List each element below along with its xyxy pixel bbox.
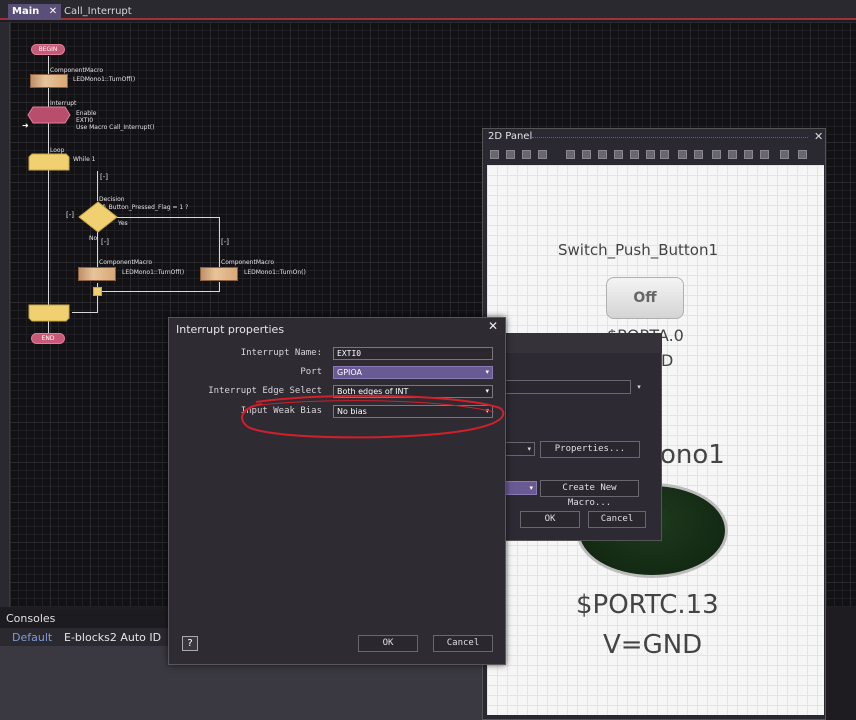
interrupt-name-label: Interrupt Name: xyxy=(240,348,322,358)
grid-icon[interactable] xyxy=(760,150,769,159)
align-tool-icon[interactable] xyxy=(490,150,499,159)
align-top-icon[interactable] xyxy=(614,150,623,159)
led-name: ono1 xyxy=(660,440,725,470)
align-middle-icon[interactable] xyxy=(630,150,639,159)
macro3-call: LEDMono1::TurnOn() xyxy=(244,269,306,276)
led-port: $PORTC.13 xyxy=(576,590,719,620)
chevron-down-icon: ▾ xyxy=(485,368,489,376)
interrupt-name-input[interactable]: EXTI0 xyxy=(333,347,493,360)
align-center-icon[interactable] xyxy=(582,150,591,159)
console-tab-eblocks[interactable]: E-blocks2 Auto ID xyxy=(64,631,161,645)
align-bottom-icon[interactable] xyxy=(646,150,655,159)
flow-line-yes-down xyxy=(219,217,220,269)
background-combo[interactable] xyxy=(505,380,631,394)
macro3-type: ComponentMacro xyxy=(221,259,274,266)
console-tab-default[interactable]: Default xyxy=(12,631,52,645)
tab-call-interrupt[interactable]: Call_Interrupt xyxy=(60,4,136,20)
background-cancel-button[interactable]: Cancel xyxy=(588,511,646,528)
macro2-type: ComponentMacro xyxy=(99,259,152,266)
panel-title-grip xyxy=(532,137,808,138)
dialog-title: Interrupt properties xyxy=(176,323,285,336)
dialog-ok-button[interactable]: OK xyxy=(358,635,418,652)
flow-line-main xyxy=(48,56,49,340)
macro1-type: ComponentMacro xyxy=(50,67,103,74)
distribute-h-icon[interactable] xyxy=(678,150,687,159)
align-tool-icon[interactable] xyxy=(522,150,531,159)
component-macro-1[interactable] xyxy=(30,74,68,88)
decision-diamond-icon[interactable] xyxy=(78,201,118,233)
end-terminal[interactable]: END xyxy=(31,333,65,344)
space-h-icon[interactable] xyxy=(712,150,721,159)
align-left-icon[interactable] xyxy=(566,150,575,159)
space-v-icon[interactable] xyxy=(728,150,737,159)
collapse-branch-no[interactable]: [-] xyxy=(101,239,109,246)
component-macro-3[interactable] xyxy=(200,267,238,281)
flow-line-yes xyxy=(117,217,219,218)
interrupt-name-value: EXTI0 xyxy=(337,349,362,358)
decision-yes-label: Yes xyxy=(118,220,128,227)
highlight-annotation xyxy=(241,394,505,439)
led-voltage: V=GND xyxy=(603,630,703,660)
left-gutter xyxy=(0,22,10,607)
flow-line-merge-v xyxy=(219,282,220,292)
properties-button[interactable]: Properties... xyxy=(540,441,640,458)
arrow-right-icon: ➜ xyxy=(22,121,29,130)
chevron-down-icon[interactable]: ▾ xyxy=(633,380,645,394)
macro2-call: LEDMono1::TurnOff() xyxy=(122,269,185,276)
background-dialog-titlebar xyxy=(505,333,662,353)
decision-no-label: No xyxy=(89,235,98,242)
component-macro-2[interactable] xyxy=(78,267,116,281)
port-label: Port xyxy=(300,367,322,377)
begin-terminal[interactable]: BEGIN xyxy=(31,44,65,55)
loop-end-icon[interactable] xyxy=(28,304,70,322)
port-select[interactable]: GPIOA ▾ xyxy=(333,366,493,379)
dialog-close-icon[interactable]: ✕ xyxy=(488,319,498,333)
close-icon[interactable]: ✕ xyxy=(49,6,57,17)
flow-line-back xyxy=(72,312,98,313)
interrupt-macro: Use Macro Call_Interrupt() xyxy=(76,124,155,131)
panel-2d-title: 2D Panel xyxy=(488,131,533,142)
background-ok-button[interactable]: OK xyxy=(520,511,580,528)
loop-condition: While 1 xyxy=(73,156,96,163)
flow-line-loop xyxy=(97,171,98,201)
loop-start-icon[interactable] xyxy=(28,153,70,171)
dialog-cancel-button[interactable]: Cancel xyxy=(433,635,493,652)
tab-main-label: Main xyxy=(12,6,40,17)
rotate-icon[interactable] xyxy=(780,150,789,159)
background-selected-combo[interactable]: ▾ xyxy=(505,481,537,495)
switch-voltage: D xyxy=(661,351,674,370)
create-new-macro-button[interactable]: Create New Macro... xyxy=(540,480,639,508)
interrupt-enable: Enable xyxy=(76,110,97,117)
space-icon[interactable] xyxy=(744,150,753,159)
tab-call-interrupt-label: Call_Interrupt xyxy=(64,6,132,17)
distribute-icon[interactable] xyxy=(660,150,669,159)
consoles-title: Consoles xyxy=(6,612,56,625)
panel-close-icon[interactable]: ✕ xyxy=(814,130,823,143)
align-tool-icon[interactable] xyxy=(506,150,515,159)
flip-icon[interactable] xyxy=(798,150,807,159)
help-icon[interactable]: ? xyxy=(182,636,198,651)
interrupt-source: EXTI0 xyxy=(76,117,94,124)
background-macro-combo[interactable]: ▾ xyxy=(505,442,535,456)
align-tool-icon[interactable] xyxy=(538,150,547,159)
tab-main[interactable]: Main ✕ xyxy=(8,4,62,20)
switch-name: Switch_Push_Button1 xyxy=(558,241,718,259)
macro1-call: LEDMono1::TurnOff() xyxy=(73,76,136,83)
align-right-icon[interactable] xyxy=(598,150,607,159)
interrupt-icon[interactable] xyxy=(27,106,71,124)
flow-line-merge-h xyxy=(97,291,220,292)
port-value: GPIOA xyxy=(337,368,363,377)
document-tab-bar: Main ✕ Call_Interrupt xyxy=(0,0,856,20)
switch-push-button[interactable]: Off xyxy=(606,277,684,319)
collapse-branch-yes[interactable]: [-] xyxy=(221,239,229,246)
merge-point xyxy=(93,287,102,296)
collapse-loop[interactable]: [-] xyxy=(100,174,108,181)
collapse-decision-no[interactable]: [-] xyxy=(66,212,74,219)
distribute-v-icon[interactable] xyxy=(694,150,703,159)
